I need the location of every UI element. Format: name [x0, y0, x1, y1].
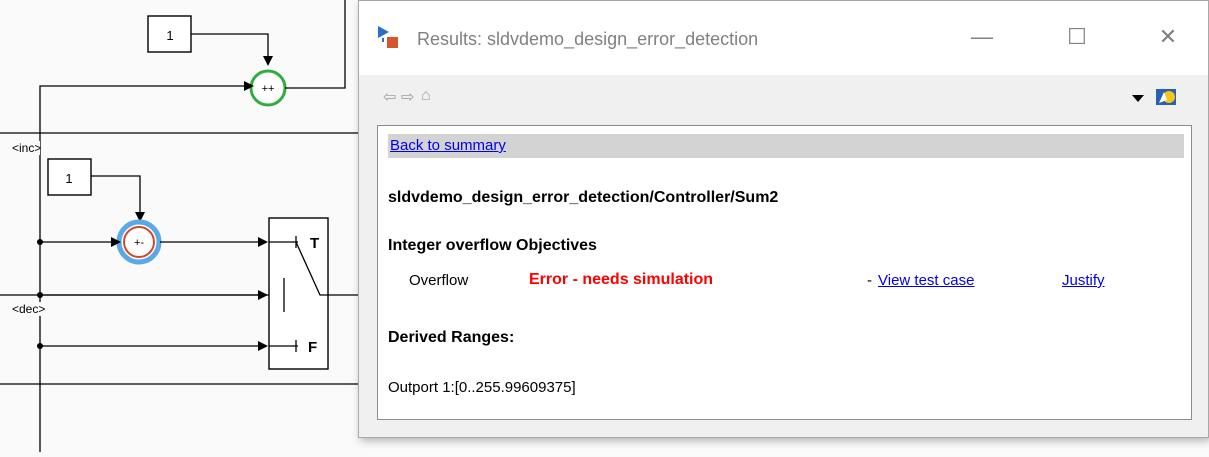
switch-true-label: T	[310, 235, 319, 252]
constant-top-value: 1	[166, 28, 173, 43]
arrow-sum-top-in	[263, 56, 273, 66]
results-window: Results: sldvdemo_design_error_detection…	[358, 0, 1209, 438]
objective-name: Overflow	[409, 272, 469, 289]
back-arrow-icon[interactable]: ⇦	[383, 87, 396, 107]
minimize-button[interactable]: —	[959, 19, 1005, 55]
wire-const-sum-top	[191, 33, 269, 58]
maximize-button[interactable]: ☐	[1054, 19, 1100, 55]
derived-ranges-heading: Derived Ranges:	[388, 329, 515, 346]
design-verifier-icon	[378, 26, 398, 48]
home-icon[interactable]: ⌂	[421, 87, 431, 105]
arrow-switch-f	[258, 341, 268, 351]
minimize-icon: —	[971, 24, 993, 49]
derived-range-value: Outport 1:[0..255.99609375]	[388, 379, 576, 396]
arrow-switch-t	[258, 237, 268, 247]
dropdown-arrow-icon[interactable]	[1132, 95, 1144, 102]
objective-status: Error - needs simulation	[529, 271, 714, 288]
justify-link[interactable]: Justify	[1062, 272, 1105, 289]
wire-sum-top-out	[285, 0, 346, 89]
back-bar: Back to summary	[388, 134, 1184, 158]
title-bar[interactable]: Results: sldvdemo_design_error_detection…	[359, 1, 1208, 75]
junction-dot-2	[37, 292, 43, 298]
wire-const-sum-mid	[91, 175, 141, 214]
arrow-switch-ctrl	[258, 290, 268, 300]
sum-mid-signs: +-	[134, 237, 144, 249]
matlab-help-icon[interactable]	[1155, 87, 1177, 107]
block-path: sldvdemo_design_error_detection/Controll…	[388, 189, 779, 206]
wire-feedback-top	[39, 85, 246, 452]
junction-dot-3	[37, 343, 43, 349]
close-button[interactable]: ✕	[1145, 19, 1191, 55]
view-test-case-link[interactable]: View test case	[878, 272, 974, 289]
constant-mid-value: 1	[65, 171, 72, 186]
maximize-icon: ☐	[1067, 24, 1087, 49]
switch-false-label: F	[308, 339, 317, 356]
objective-separator: -	[867, 272, 872, 289]
window-title: Results: sldvdemo_design_error_detection	[417, 29, 759, 49]
junction-dot-1	[37, 239, 43, 245]
toolbar: ⇦ ⇨ ⌂	[359, 75, 1208, 123]
report-pane: Back to summary sldvdemo_design_error_de…	[377, 125, 1192, 420]
port-label-dec: <dec>	[12, 302, 45, 316]
close-icon: ✕	[1158, 24, 1178, 49]
back-to-summary-link[interactable]: Back to summary	[390, 137, 506, 154]
port-label-inc: <inc>	[12, 141, 41, 155]
sum-top-signs: ++	[262, 83, 275, 95]
forward-arrow-icon[interactable]: ⇨	[401, 87, 414, 107]
objectives-heading: Integer overflow Objectives	[388, 237, 597, 254]
